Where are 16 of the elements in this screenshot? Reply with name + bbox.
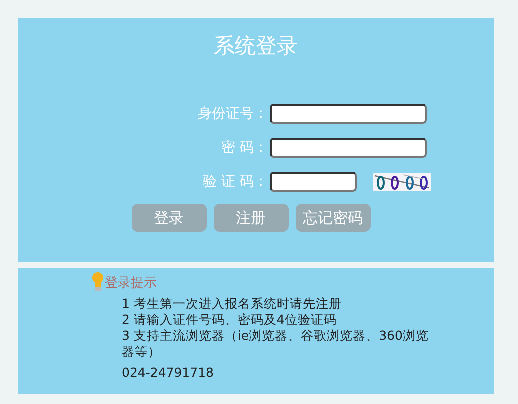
tips-heading: 登录提示 bbox=[105, 275, 157, 292]
tip-text: 1 考生第一次进入报名系统时请先注册 bbox=[122, 296, 343, 312]
field-label: 验 证 码： bbox=[202, 173, 268, 191]
password-field[interactable] bbox=[270, 138, 427, 158]
form-button[interactable]: 注册 bbox=[214, 204, 288, 232]
tip-text: 2 请输入证件号码、密码及4位验证码 bbox=[122, 312, 338, 328]
form-button[interactable]: 登录 bbox=[132, 204, 206, 232]
lightbulb-icon bbox=[92, 272, 104, 292]
captcha-field[interactable] bbox=[270, 172, 357, 192]
id-number-field[interactable] bbox=[270, 104, 427, 124]
phone-number: 024-24791718 bbox=[122, 365, 215, 381]
login-title: 系统登录 bbox=[214, 33, 298, 60]
field-label: 密 码： bbox=[220, 139, 268, 157]
field-label: 身份证号： bbox=[197, 105, 268, 123]
tip-text: 3 支持主流浏览器（ie浏览器、谷歌浏览器、360浏览器等） bbox=[122, 328, 430, 360]
form-button[interactable]: 忘记密码 bbox=[296, 204, 370, 232]
